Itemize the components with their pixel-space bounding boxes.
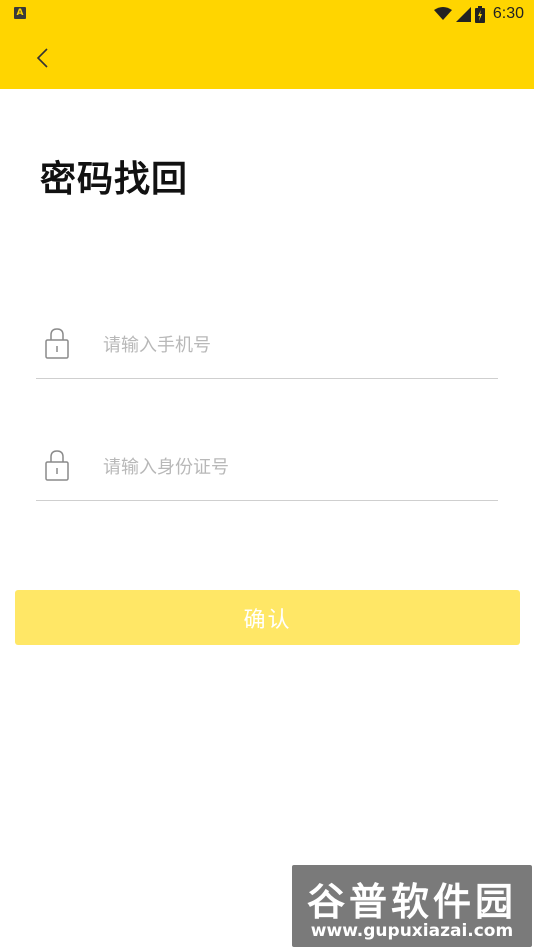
watermark-title: 谷普软件园 <box>306 880 517 924</box>
app-header: A 6:30 <box>0 0 534 89</box>
id-card-input[interactable] <box>101 452 485 482</box>
status-time: 6:30 <box>492 5 524 22</box>
watermark-logo: 谷普软件园 www.gupuxiazai.com <box>292 865 532 947</box>
lock-icon <box>45 450 69 481</box>
watermark-url: www.gupuxiazai.com <box>310 921 514 941</box>
lock-icon <box>45 328 69 359</box>
chevron-left-icon <box>36 48 48 68</box>
wifi-icon <box>433 7 452 20</box>
id-card-field[interactable] <box>36 444 498 501</box>
phone-field[interactable] <box>36 322 498 379</box>
back-button[interactable] <box>26 42 58 74</box>
status-bar: A 6:30 <box>0 0 534 28</box>
app-notification-icon: A <box>14 7 26 19</box>
phone-input[interactable] <box>101 330 485 360</box>
battery-icon <box>474 5 485 23</box>
confirm-button[interactable]: 确认 <box>15 590 520 645</box>
signal-icon <box>455 6 471 22</box>
page-title: 密码找回 <box>40 159 189 200</box>
status-icons: 6:30 <box>433 3 524 25</box>
